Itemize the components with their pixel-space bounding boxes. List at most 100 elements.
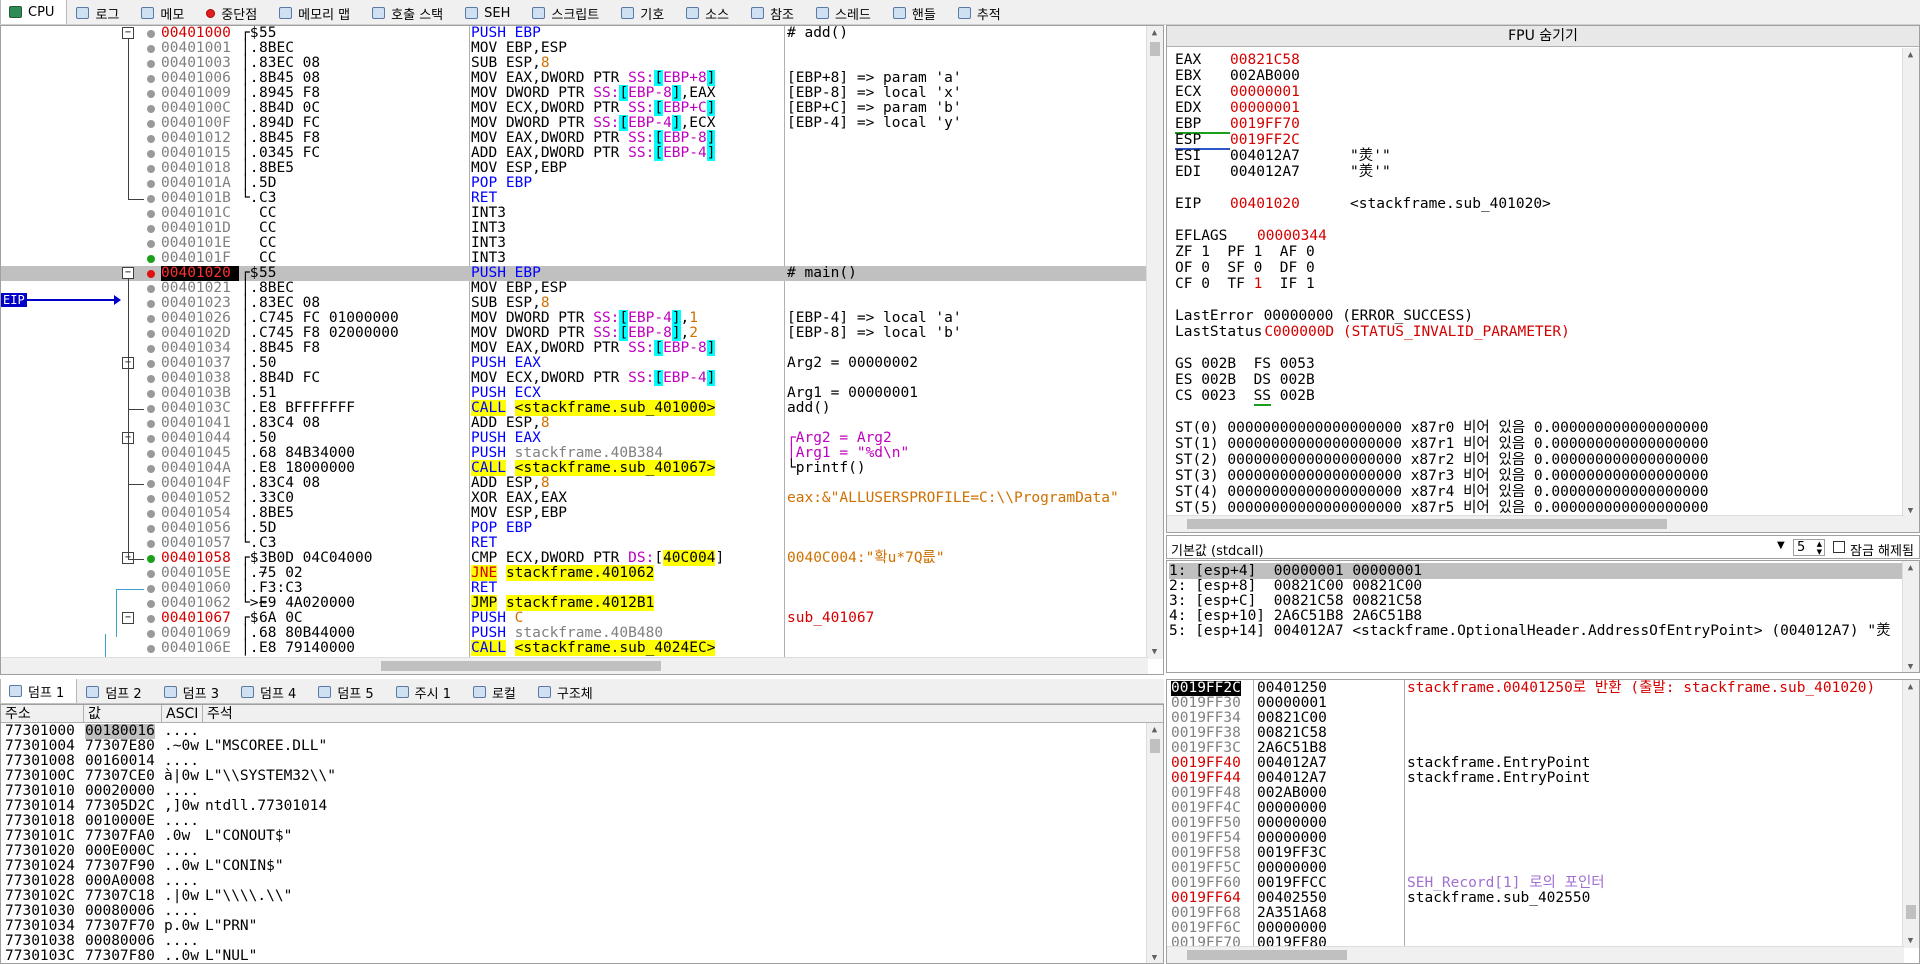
register-row[interactable]: EDI 004012A7 "羙'"	[1175, 164, 1391, 180]
dump-row[interactable]: 7730102C 77307C18 .|0w L"\\\\.\\"	[1, 889, 1148, 904]
arguments-pane[interactable]: 1: [esp+4] 00000001 00000001 2: [esp+8] 0…	[1166, 560, 1920, 673]
tab-memory-map[interactable]: 메모리 맵	[270, 1, 363, 24]
breakpoint-slot-icon[interactable]	[147, 615, 155, 623]
disasm-row[interactable]: 0040104F │. 83C4 08 ADD ESP,8	[1, 476, 1148, 491]
stack-value[interactable]: 00401250	[1257, 681, 1327, 696]
disasm-row[interactable]: 0040102D │. C745 F8 02000000 MOV DWORD PTR …	[1, 325, 1148, 341]
tab-cpu[interactable]: CPU	[0, 0, 68, 24]
stack-value[interactable]: 00000001	[1257, 696, 1327, 711]
disasm-row[interactable]: 00401057 └. C3 RET	[1, 536, 1148, 551]
segment-row[interactable]: CS 0023 SS 002B	[1175, 388, 1315, 406]
breakpoint-slot-icon[interactable]	[147, 465, 155, 473]
calling-convention-select[interactable]: 기본값 (stdcall)	[1171, 540, 1264, 558]
disasm-row[interactable]: 00401015 │. 0345 FC ADD EAX,DWORD PTR SS:[E…	[1, 145, 1148, 161]
stack-row[interactable]: 0019FF6C 00000000	[1167, 921, 1904, 936]
disasm-row[interactable]: 00401000 ┌$ 55 PUSH EBP # add()	[1, 26, 1148, 41]
fold-toggle-icon[interactable]: −	[122, 267, 134, 279]
disasm-row[interactable]: 00401001 │. 8BEC MOV EBP,ESP	[1, 41, 1148, 56]
disasm-row[interactable]: 00401044 │. 50 PUSH EAX ┌Arg2 = Arg2	[1, 431, 1148, 446]
breakpoint-slot-icon[interactable]	[147, 165, 155, 173]
register-row[interactable]: EBP 0019FF70	[1175, 116, 1350, 134]
stack-value[interactable]: 00000000	[1257, 921, 1327, 936]
stack-value[interactable]: 00402550	[1257, 891, 1327, 906]
stack-pane[interactable]: 0019FF2C 00401250 stackframe.00401250로 반환 …	[1166, 679, 1920, 964]
dump-value[interactable]: 77307F70	[85, 919, 155, 934]
disasm-row[interactable]: 0040101F CC INT3	[1, 251, 1148, 266]
stack-value[interactable]: 00000000	[1257, 816, 1327, 831]
breakpoint-slot-icon[interactable]	[147, 30, 155, 38]
dump-row[interactable]: 77301000 00180016....	[1, 724, 1148, 739]
dump-tab-1[interactable]: 덤프 1	[0, 679, 78, 703]
tab-trace[interactable]: 추적	[949, 1, 1014, 24]
register-value[interactable]: 00000001	[1230, 100, 1350, 116]
fpu-toggle-button[interactable]: FPU 숨기기	[1167, 26, 1919, 47]
stack-row[interactable]: 0019FF38 00821C58	[1167, 726, 1904, 741]
disasm-row[interactable]: 00401058 ┌$ 3B0D 04C04000 CMP ECX,DWORD PTR…	[1, 550, 1148, 566]
tab-seh[interactable]: SEH	[456, 1, 523, 24]
disasm-row[interactable]: 00401041 │. 83C4 08 ADD ESP,8	[1, 416, 1148, 431]
disasm-row[interactable]: 00401020 ┌$ 55 PUSH EBP # main()	[1, 266, 1148, 281]
dump-value[interactable]: 00160014	[85, 754, 155, 769]
stack-value[interactable]: 004012A7	[1257, 756, 1327, 771]
eflags-row[interactable]: EFLAGS 00000344	[1175, 228, 1327, 244]
tab-symbols[interactable]: 기호	[612, 1, 677, 24]
stack-row[interactable]: 0019FF5C 00000000	[1167, 861, 1904, 876]
stack-row[interactable]: 0019FF44 004012A7 stackframe.EntryPoint	[1167, 771, 1904, 786]
breakpoint-slot-icon[interactable]	[147, 420, 155, 428]
fold-toggle-icon[interactable]: −	[122, 612, 134, 624]
stack-row[interactable]: 0019FF4C 00000000	[1167, 801, 1904, 816]
fpu-st-row[interactable]: ST(3) 00000000000000000000 x87r3 비어 있음 0…	[1175, 468, 1709, 484]
tab-script[interactable]: 스크립트	[523, 1, 612, 24]
disasm-row[interactable]: 00401060 │. F3:C3 RET	[1, 581, 1148, 596]
register-value[interactable]: 004012A7	[1230, 148, 1350, 164]
disasm-row[interactable]: 00401026 │. C745 FC 01000000 MOV DWORD PTR …	[1, 310, 1148, 326]
lasterror-row[interactable]: LastError 00000000 (ERROR_SUCCESS)	[1175, 308, 1473, 324]
breakpoint-slot-icon[interactable]	[147, 360, 155, 368]
breakpoint-slot-icon[interactable]	[147, 480, 155, 488]
disasm-row[interactable]: 0040103B │. 51 PUSH ECX Arg1 = 00000001	[1, 386, 1148, 401]
fpu-st-row[interactable]: ST(5) 00000000000000000000 x87r5 비어 있음 0…	[1175, 500, 1709, 516]
tab-source[interactable]: 소스	[677, 1, 742, 24]
dump-row[interactable]: 77301030 00080006....	[1, 904, 1148, 919]
register-row[interactable]: ESI 004012A7 "羙'"	[1175, 148, 1391, 164]
register-value[interactable]: 00821C58	[1230, 52, 1350, 68]
stack-row[interactable]: 0019FF68 2A351A68	[1167, 906, 1904, 921]
dump-value[interactable]: 00180016	[85, 724, 155, 739]
stack-value[interactable]: 002AB000	[1257, 786, 1327, 801]
stack-value[interactable]: 00821C58	[1257, 726, 1327, 741]
stack-scrollbar[interactable]: ▲ ▼	[1902, 680, 1919, 948]
dump-header-value[interactable]: 값	[84, 705, 162, 723]
stack-value[interactable]: 00000000	[1257, 801, 1327, 816]
segment-row[interactable]: GS 002B FS 0053	[1175, 356, 1315, 372]
register-value[interactable]: 002AB000	[1230, 68, 1350, 84]
disasm-row[interactable]: 00401054 │. 8BE5 MOV ESP,EBP	[1, 506, 1148, 521]
disasm-row[interactable]: 00401003 │. 83EC 08 SUB ESP,8	[1, 56, 1148, 71]
disasm-row[interactable]: 00401067 ┌$ 6A 0C PUSH Csub_401067	[1, 611, 1148, 626]
dump-value[interactable]: 77307FA0	[85, 829, 155, 844]
stack-value[interactable]: 00000000	[1257, 831, 1327, 846]
breakpoint-slot-icon[interactable]	[147, 510, 155, 518]
disasm-row[interactable]: 0040101A │. 5D POP EBP	[1, 176, 1148, 191]
stack-row[interactable]: 0019FF2C 00401250 stackframe.00401250로 반환 …	[1167, 681, 1904, 696]
dump-tab-6[interactable]: 주시 1	[387, 680, 464, 703]
stack-row[interactable]: 0019FF54 00000000	[1167, 831, 1904, 846]
argument-row[interactable]: 5: [esp+14] 004012A7 <stackframe.Optiona…	[1169, 623, 1891, 639]
register-value[interactable]: 004012A7	[1230, 164, 1350, 180]
register-row[interactable]: ECX 00000001	[1175, 84, 1350, 100]
eip-register-row[interactable]: EIP 00401020 <stackframe.sub_401020>	[1175, 196, 1551, 212]
breakpoint-slot-icon[interactable]	[147, 180, 155, 188]
breakpoint-slot-icon[interactable]	[147, 585, 155, 593]
flag-value[interactable]: 1	[1254, 276, 1263, 292]
dump-row[interactable]: 77301024 77307F90 ..0w L"CONIN$"	[1, 859, 1148, 874]
disasm-row[interactable]: 00401023 │. 83EC 08 SUB ESP,8	[1, 296, 1148, 311]
breakpoint-slot-icon[interactable]	[147, 345, 155, 353]
tab-references[interactable]: 참조	[742, 1, 807, 24]
dump-header-ascii[interactable]: ASCI	[162, 705, 203, 723]
disasm-row[interactable]: 00401052 │. 33C0 XOR EAX,EAX eax:&"ALLUSERSP…	[1, 491, 1148, 506]
breakpoint-slot-icon[interactable]	[147, 225, 155, 233]
disasm-row[interactable]: 00401034 │. 8B45 F8 MOV EAX,DWORD PTR SS:[E…	[1, 340, 1148, 356]
stack-row[interactable]: 0019FF64 00402550 stackframe.sub_402550	[1167, 891, 1904, 906]
dump-value[interactable]: 0010000E	[85, 814, 155, 829]
breakpoint-slot-icon[interactable]	[147, 330, 155, 338]
flags-row[interactable]: CF 0 TF 1 IF 1	[1175, 276, 1315, 292]
